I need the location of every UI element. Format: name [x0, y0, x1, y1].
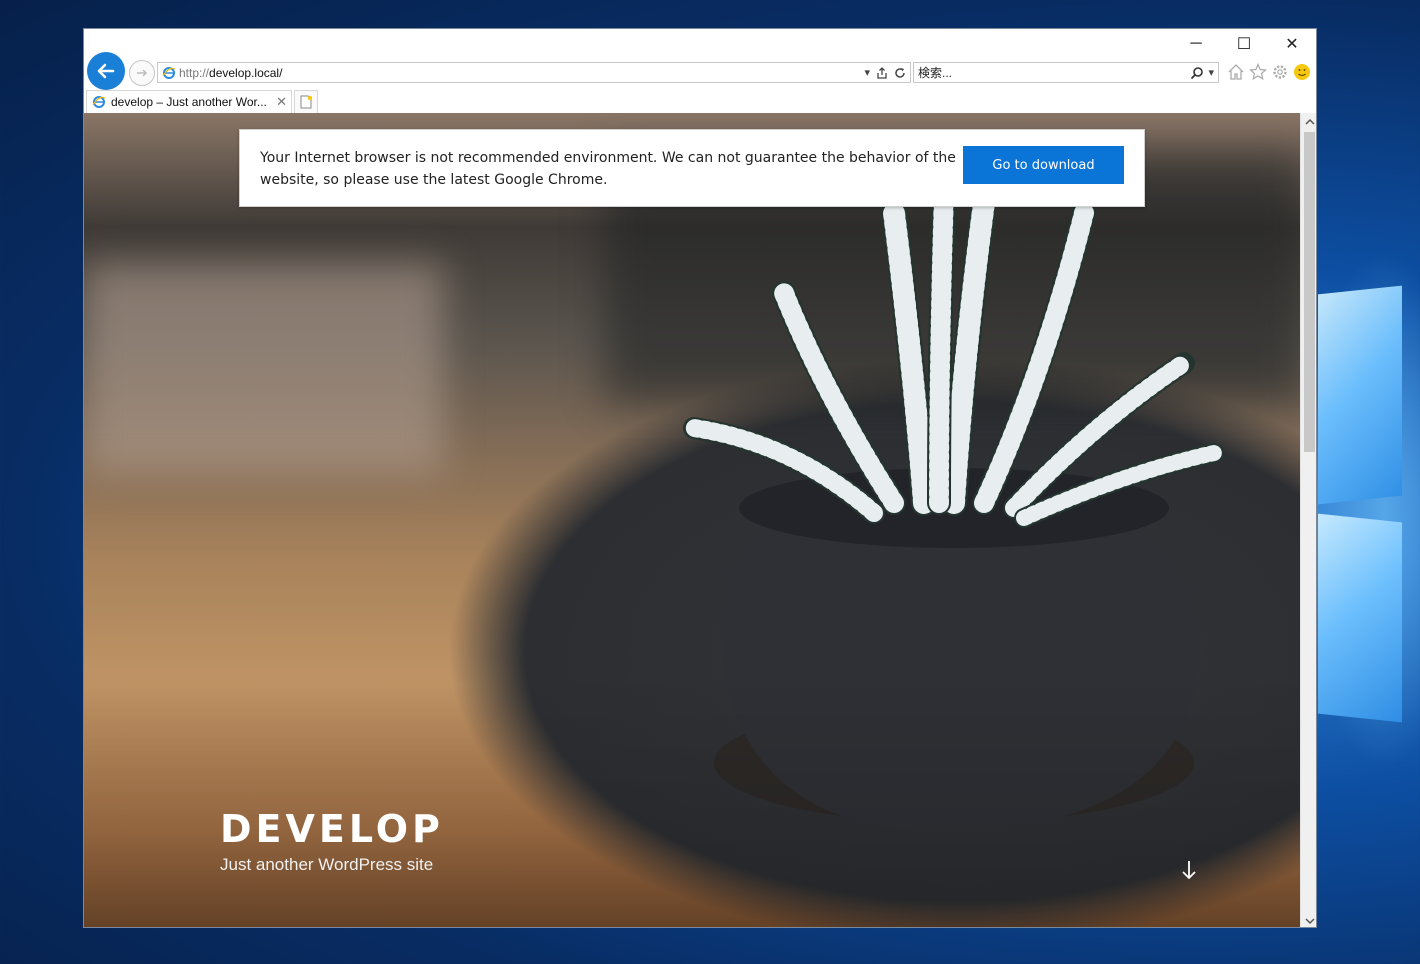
dropdown-icon[interactable]: ▾	[864, 66, 870, 79]
site-tagline: Just another WordPress site	[220, 855, 434, 874]
site-title[interactable]: DEVELOP	[220, 807, 444, 851]
smiley-feedback-icon[interactable]	[1293, 63, 1311, 81]
browser-warning-notice: Your Internet browser is not recommended…	[239, 129, 1145, 207]
scroll-down-arrow[interactable]	[1301, 912, 1316, 927]
search-placeholder: 検索...	[918, 66, 953, 80]
maximize-button[interactable]: ☐	[1220, 29, 1268, 59]
arrow-down-icon	[1182, 861, 1196, 880]
favorites-star-icon[interactable]	[1249, 63, 1267, 81]
windows-logo-pane-top	[1318, 285, 1402, 505]
search-tools: ▾	[1190, 66, 1218, 80]
forward-icon	[137, 69, 147, 77]
bottom-shade	[84, 669, 1300, 927]
page-content: Your Internet browser is not recommended…	[84, 113, 1300, 927]
search-dropdown-icon[interactable]: ▾	[1208, 66, 1214, 79]
new-tab-icon	[300, 95, 313, 109]
chevron-down-icon	[1304, 917, 1315, 924]
minimize-button[interactable]: ─	[1172, 29, 1220, 59]
address-tools: ▾	[864, 66, 910, 79]
address-bar[interactable]: http://develop.local/ ▾	[157, 62, 911, 83]
close-button[interactable]: ✕	[1268, 29, 1316, 59]
scroll-up-arrow[interactable]	[1301, 113, 1316, 130]
windows-logo-pane-bottom	[1318, 513, 1402, 723]
new-tab-button[interactable]	[294, 90, 318, 114]
tab-develop[interactable]: develop – Just another Wor... ✕	[86, 90, 292, 113]
toolbar-icons	[1227, 63, 1311, 81]
browser-window: ─ ☐ ✕ http://develop.local/ ▾ 検索... ▾ de…	[83, 28, 1317, 928]
tab-title: develop – Just another Wor...	[111, 95, 267, 109]
tab-close-icon[interactable]: ✕	[276, 94, 287, 110]
back-button[interactable]	[87, 52, 125, 90]
refresh-icon[interactable]	[894, 67, 906, 79]
home-icon[interactable]	[1227, 63, 1245, 81]
chevron-up-icon	[1304, 118, 1315, 125]
go-to-download-button[interactable]: Go to download	[963, 146, 1124, 184]
scroll-down-button[interactable]	[1178, 857, 1200, 883]
vertical-scrollbar[interactable]	[1300, 113, 1316, 927]
back-icon	[97, 63, 115, 79]
forward-button[interactable]	[129, 60, 155, 86]
url-host: develop.local/	[209, 65, 283, 80]
scrollbar-thumb[interactable]	[1304, 132, 1315, 452]
ie-icon	[162, 66, 176, 79]
share-icon[interactable]	[876, 66, 888, 79]
tab-ie-icon	[92, 96, 106, 108]
search-icon[interactable]	[1190, 66, 1204, 80]
settings-gear-icon[interactable]	[1271, 63, 1289, 81]
url-protocol: http://	[179, 65, 210, 80]
notice-message: Your Internet browser is not recommended…	[260, 150, 956, 188]
background-blur-left	[84, 263, 444, 473]
search-box[interactable]: 検索... ▾	[913, 62, 1219, 83]
window-controls: ─ ☐ ✕	[1172, 29, 1316, 59]
